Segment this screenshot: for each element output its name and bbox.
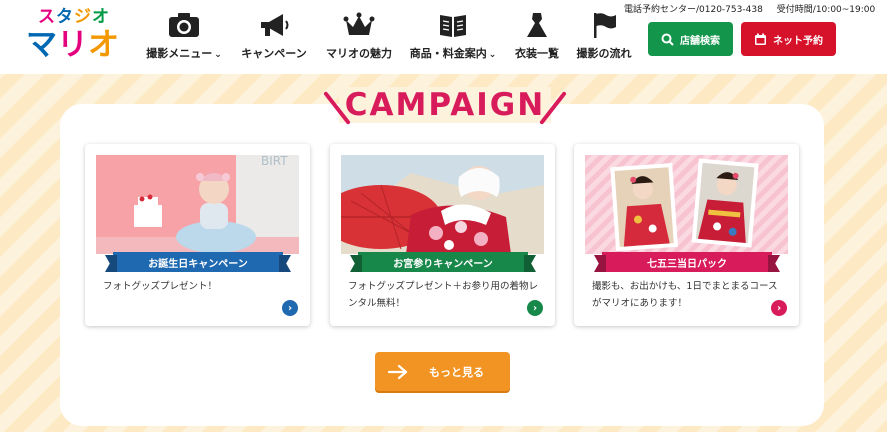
arrow-right-icon	[387, 364, 408, 379]
card-ribbon: お宮参りキャンペーン	[358, 252, 528, 272]
svg-text:BIRT: BIRT	[261, 155, 288, 168]
camera-icon	[166, 10, 202, 40]
online-reserve-button[interactable]: ネット予約	[741, 22, 836, 56]
campaign-title: CAMPAIGN	[338, 87, 552, 123]
card-description: 撮影も、お出かけも、1日でまとまるコースがマリオにあります！	[592, 281, 778, 309]
business-hours: 受付時間/10:00~19:00	[776, 5, 876, 15]
nav-item-flow[interactable]: 撮影の流れ	[574, 10, 634, 64]
chevron-right-icon[interactable]: ›	[527, 300, 543, 316]
nav-label: 衣装一覧	[515, 47, 559, 60]
card-description: フォトグッズプレゼント＋お参り用の着物レンタル無料！	[348, 281, 539, 309]
campaign-card-birthday[interactable]: BIRT お誕生日キャンペーン フォトグッズプレゼント！ ›	[85, 144, 310, 326]
card-description: フォトグッズプレゼント！	[103, 281, 218, 292]
nav-item-costumes[interactable]: 衣装一覧	[512, 10, 562, 64]
nav-item-appeal[interactable]: マリオの魅力	[326, 10, 392, 64]
nav-item-campaign[interactable]: キャンペーン	[241, 10, 307, 64]
campaign-card-shichigosan[interactable]: 七五三当日パック 撮影も、お出かけも、1日でまとまるコースがマリオにあります！ …	[574, 144, 799, 326]
nav-label: 商品・料金案内	[409, 47, 487, 60]
megaphone-icon	[256, 10, 292, 40]
contact-info: 電話予約センター/0120-753-438 受付時間/10:00~19:00	[624, 2, 875, 15]
shichigosan-photo	[585, 155, 788, 254]
chevron-right-icon[interactable]: ›	[771, 300, 787, 316]
book-icon	[435, 10, 471, 40]
phone-number[interactable]: 電話予約センター/0120-753-438	[624, 5, 763, 15]
site-header: スタジオ マリオ 撮影メニュー ⌄ キャンペーン マリオの魅力 商品・料金案内 …	[0, 0, 887, 74]
nav-item-pricing[interactable]: 商品・料金案内 ⌄	[408, 10, 498, 64]
logo-line1: スタジオ	[38, 7, 110, 27]
nav-label: マリオの魅力	[326, 47, 392, 60]
dress-icon	[519, 10, 555, 40]
campaign-card-omiyamairi[interactable]: お宮参りキャンペーン フォトグッズプレゼント＋お参り用の着物レンタル無料！ ›	[330, 144, 555, 326]
nav-label: キャンペーン	[241, 47, 307, 60]
more-button-label: もっと見る	[429, 365, 484, 379]
calendar-icon	[755, 33, 766, 45]
crown-icon	[341, 10, 377, 40]
card-ribbon: 七五三当日パック	[602, 252, 772, 272]
studio-mario-logo[interactable]: スタジオ マリオ	[24, 6, 124, 64]
flag-icon	[586, 10, 622, 40]
nav-label: 撮影メニュー	[146, 47, 213, 60]
nav-item-shooting-menu[interactable]: 撮影メニュー ⌄	[144, 10, 224, 64]
store-search-label: 店舗検索	[680, 35, 720, 47]
store-search-button[interactable]: 店舗検索	[648, 22, 733, 56]
online-reserve-label: ネット予約	[773, 35, 823, 47]
omiyamairi-photo	[341, 155, 544, 254]
logo-line2: マリオ	[26, 27, 119, 63]
search-icon	[661, 33, 674, 46]
chevron-right-icon[interactable]: ›	[282, 300, 298, 316]
chevron-down-icon: ⌄	[214, 50, 222, 60]
chevron-down-icon: ⌄	[488, 50, 497, 60]
campaign-heading: CAMPAIGN	[305, 80, 585, 130]
nav-label: 撮影の流れ	[576, 47, 632, 60]
more-button[interactable]: もっと見る	[375, 352, 510, 391]
card-ribbon: お誕生日キャンペーン	[113, 252, 283, 272]
birthday-photo: BIRT	[96, 155, 299, 254]
